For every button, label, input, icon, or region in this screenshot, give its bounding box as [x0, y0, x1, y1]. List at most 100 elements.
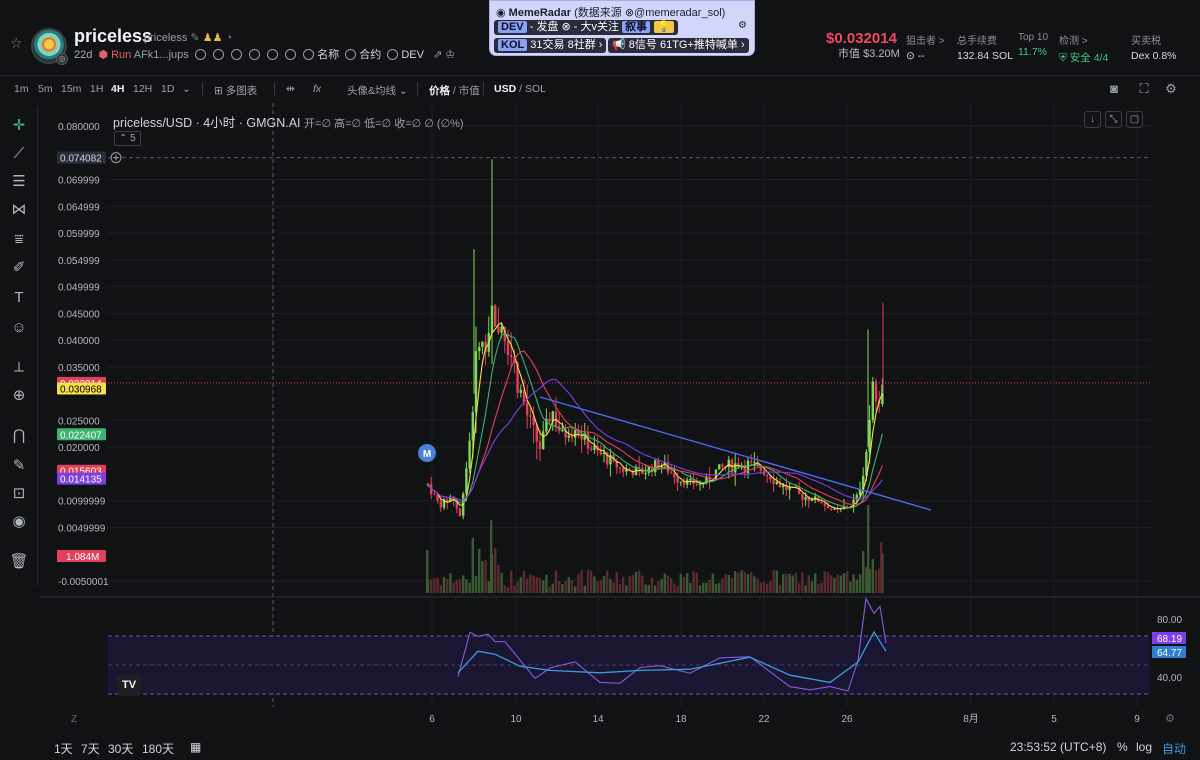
volume-bar: [772, 569, 775, 593]
volume-bar: [590, 570, 593, 593]
volume-bar: [692, 571, 695, 593]
volume-bar: [842, 573, 846, 593]
volume-bar: [759, 582, 762, 593]
volume-bar: [602, 576, 606, 593]
volume-bar: [788, 573, 791, 593]
volume-bar: [426, 550, 429, 593]
candle-body: [721, 464, 724, 467]
volume-bar: [880, 542, 883, 593]
candle-body: [474, 351, 478, 413]
down-arrow-icon[interactable]: ↓: [1084, 111, 1101, 128]
rsi-signal-value: 64.77: [1157, 648, 1182, 659]
candle-body: [538, 441, 542, 450]
percent-toggle[interactable]: %: [1117, 740, 1128, 754]
candle-body: [727, 459, 730, 468]
volume-bar: [676, 585, 679, 593]
volume-bar: [474, 576, 478, 593]
candle-body: [698, 483, 702, 485]
volume-bar: [529, 574, 532, 593]
candle-body: [574, 430, 577, 438]
volume-bar: [490, 520, 493, 593]
candle-body: [874, 381, 878, 402]
y-tick-label: -0.0050001: [58, 577, 109, 588]
volume-bar: [542, 580, 545, 593]
candle-body: [622, 468, 625, 472]
volume-bar: [458, 578, 462, 593]
volume-bar: [618, 584, 622, 593]
candle-body: [868, 419, 871, 452]
volume-bar: [708, 579, 711, 593]
volume-bar: [625, 585, 628, 593]
candle-body: [826, 505, 830, 509]
price-chart[interactable]: M 80.0040.0068.1964.77 0.0800000.0699990…: [0, 0, 1200, 732]
volume-bar: [785, 573, 788, 593]
volume-bar: [849, 581, 852, 593]
range-7d[interactable]: 7天: [81, 740, 100, 757]
y-tick-label: 0.040000: [58, 336, 100, 347]
volume-bar: [644, 584, 647, 593]
candle-body: [548, 418, 551, 422]
tradingview-logo[interactable]: TV: [117, 674, 141, 696]
candle-body: [554, 411, 558, 427]
volume-bar: [846, 571, 849, 593]
volume-bar: [449, 573, 452, 593]
calendar-icon[interactable]: ▦: [190, 740, 201, 754]
volume-bar: [526, 578, 529, 593]
clock-time[interactable]: 23:53:52 (UTC+8): [1010, 740, 1106, 754]
maximize-icon[interactable]: ▢: [1126, 111, 1143, 128]
candle-body: [689, 479, 692, 481]
rsi-value: 68.19: [1157, 634, 1182, 645]
volume-bar: [442, 577, 446, 593]
candle-body: [618, 467, 622, 469]
volume-bar: [561, 584, 564, 593]
range-1d[interactable]: 1天: [54, 740, 73, 757]
volume-bar: [689, 582, 692, 593]
log-toggle[interactable]: log: [1136, 740, 1152, 754]
volume-bar: [481, 561, 484, 593]
price-label: 0.030968: [60, 384, 102, 395]
volume-bar: [622, 576, 625, 593]
volume-bar: [727, 575, 730, 593]
x-tick-label: 18: [675, 714, 687, 725]
range-30d[interactable]: 30天: [108, 740, 133, 757]
auto-toggle[interactable]: 自动: [1162, 740, 1186, 757]
y-tick-label: 0.0099999: [58, 497, 106, 508]
candle-body: [679, 481, 682, 483]
candle-body: [766, 474, 769, 477]
volume-bar: [430, 579, 433, 593]
y-tick-label: 0.049999: [58, 283, 100, 294]
collapse-icon[interactable]: ⤡: [1105, 111, 1122, 128]
volume-bar: [538, 577, 542, 593]
volume-bar: [711, 573, 714, 593]
volume-bar: [612, 582, 615, 593]
candle-body: [695, 483, 698, 485]
price-axis: 0.080000 0.069999 0.064999 0.059999 0.054999…: [57, 122, 122, 588]
volume-bar: [468, 582, 471, 593]
volume-bar: [698, 585, 702, 593]
volume-bar: [762, 582, 766, 593]
candle-body: [529, 415, 532, 417]
time-axis: 6 10 14 18 22 26 8月 5 9 Z ⚙: [71, 713, 1175, 725]
volume-bar: [436, 578, 439, 593]
candle-body: [750, 460, 753, 463]
volume-bar: [730, 577, 734, 593]
volume-bar: [484, 560, 487, 593]
volume-bar: [839, 575, 842, 593]
x-tick-label: 22: [758, 714, 770, 725]
rsi-tick-label: 80.00: [1157, 615, 1182, 626]
volume-bar: [545, 574, 548, 593]
volume-bar: [532, 575, 535, 593]
candle-body: [833, 508, 836, 510]
range-180d[interactable]: 180天: [142, 740, 174, 757]
volume-bar: [766, 583, 769, 593]
candle-body: [823, 503, 826, 506]
volume-bar: [446, 578, 449, 593]
candle-body: [481, 341, 484, 347]
volume-bar: [798, 583, 801, 593]
chart-overlay: M: [418, 396, 932, 511]
indicator-count[interactable]: ⌃ 5: [114, 131, 141, 146]
ohlc-values: 开=∅ 高=∅ 低=∅ 收=∅ ∅ (∅%): [304, 118, 464, 130]
volume-bar: [782, 574, 785, 593]
ma-purple-line: [427, 378, 883, 501]
volume-bar: [740, 570, 743, 593]
